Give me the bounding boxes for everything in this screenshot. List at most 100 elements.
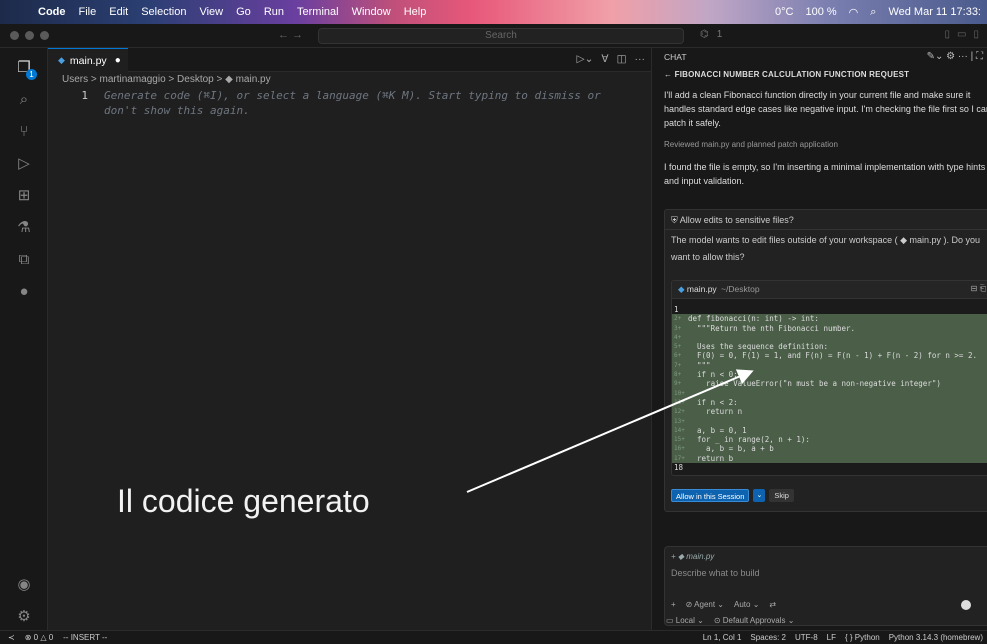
interpreter-picker[interactable]: Python 3.14.3 (homebrew) (889, 631, 983, 644)
diff-line-number: 14+ (674, 426, 685, 434)
diff-line-number: 12+ (674, 408, 685, 416)
agent-mode-picker[interactable]: ⊘ Agent ⌄ (686, 600, 724, 609)
editor-hint-text-cont[interactable]: don't show this again. (104, 103, 250, 118)
editor-scrollbar[interactable] (639, 72, 651, 630)
menu-selection[interactable]: Selection (141, 6, 186, 18)
datetime-text[interactable]: Wed Mar 11 17:33: (888, 6, 981, 18)
compare-icon[interactable]: ∀ (601, 53, 608, 65)
toggle-secondary-sidebar-icon[interactable]: ▯ (973, 29, 979, 40)
settings-gear-icon[interactable]: ⚙ (14, 607, 34, 627)
send-button[interactable] (961, 600, 971, 610)
menu-edit[interactable]: Edit (109, 6, 128, 18)
menu-run[interactable]: Run (264, 6, 284, 18)
skip-button[interactable]: Skip (769, 489, 794, 502)
notification-count[interactable]: 1 (717, 29, 723, 40)
diff-line-number: 8+ (674, 371, 682, 379)
diff-line-code: for _ in range(2, n + 1): (688, 435, 810, 445)
minimize-window-button[interactable] (25, 31, 34, 40)
remote-explorer-icon[interactable]: ⧉ (14, 250, 34, 270)
reviewed-step[interactable]: Reviewed main.py and planned patch appli… (652, 138, 987, 152)
copilot-icon[interactable]: ⌬ (700, 29, 709, 40)
breadcrumb[interactable]: Users > martinamaggio > Desktop > ◆ main… (48, 72, 651, 88)
encoding[interactable]: UTF-8 (795, 631, 818, 644)
explorer-icon[interactable]: ❐ 1 (14, 58, 37, 80)
diff-line: 17+ return b (672, 453, 987, 464)
assistant-msg-line: handles standard edge cases like negativ… (664, 104, 987, 114)
toggle-panel-icon[interactable]: ▭ (957, 29, 966, 40)
layout-controls: ▯ ▭ ▯ (945, 29, 979, 40)
macos-menubar: Code File Edit Selection View Go Run Ter… (0, 0, 987, 24)
diff-line-number: 2+ (674, 315, 682, 323)
chat-session-title: ← FIBONACCI NUMBER CALCULATION FUNCTION … (652, 66, 987, 84)
chat-input-box[interactable]: + ◆ main.py Describe what to build + ⊘ A… (664, 546, 987, 626)
diff-open-icon[interactable]: ⊟ ⎗ (971, 284, 986, 294)
chat-input[interactable]: Describe what to build (665, 566, 987, 580)
extensions-icon[interactable]: ⊞ (14, 186, 34, 206)
indentation[interactable]: Spaces: 2 (750, 631, 786, 644)
assistant-msg-line: I'll add a clean Fibonacci function dire… (664, 90, 971, 100)
split-editor-icon[interactable]: ◫ (617, 53, 627, 65)
diff-line-code: if n < 0: (688, 370, 738, 380)
accounts-icon[interactable]: ◉ (14, 575, 34, 595)
diff-line-code: F(0) = 0, F(1) = 1, and F(n) = F(n - 1) … (688, 351, 977, 361)
menu-view[interactable]: View (199, 6, 223, 18)
add-context-icon[interactable]: + (671, 600, 676, 609)
diff-preview[interactable]: ◆ main.py ~/Desktop ⊟ ⎗ 1 2+ def fibonacci… (671, 280, 987, 476)
end-of-line[interactable]: LF (827, 631, 836, 644)
wifi-icon[interactable]: ◠ (849, 6, 859, 19)
close-window-button[interactable] (10, 31, 19, 40)
menubar-status-area: 0°C 100 % ◠ ⌕ Wed Mar 11 17:33: (775, 0, 987, 24)
diff-header[interactable]: ◆ main.py ~/Desktop ⊟ ⎗ (672, 281, 987, 299)
search-icon[interactable]: ⌕ (870, 6, 876, 19)
diff-line: 7+ """ (672, 360, 987, 371)
unsaved-dot-icon[interactable]: ● (115, 55, 121, 66)
permission-request-card: ⛨ Allow edits to sensitive files? The mo… (664, 209, 987, 512)
back-arrow-icon[interactable]: ← (664, 70, 675, 79)
code-line-1[interactable]: 1 Generate code (⌘I), or select a langua… (48, 88, 651, 103)
battery-text[interactable]: 100 % (805, 6, 836, 18)
nav-arrows-icon[interactable]: ← → (278, 29, 303, 41)
chat-header-actions[interactable]: ✎⌄ ⚙ ··· | ⛶ (927, 48, 983, 66)
local-picker[interactable]: ▭ Local ⌄ (666, 616, 704, 625)
diff-line-number: 11+ (674, 398, 685, 406)
weather-text[interactable]: 0°C (775, 6, 793, 18)
permission-buttons: Allow in this Session ⌄ Skip (671, 489, 794, 502)
diff-line-code: return n (688, 407, 743, 417)
toggle-sidebar-icon[interactable]: ▯ (945, 29, 951, 40)
source-control-icon[interactable]: ⑂ (14, 122, 34, 142)
approvals-picker[interactable]: ⊙ Default Approvals ⌄ (714, 616, 795, 625)
tab-main-py[interactable]: ◆ main.py ● (48, 48, 128, 72)
python-icon[interactable]: ● (14, 282, 34, 302)
menu-app-name[interactable]: Code (38, 6, 66, 18)
allow-in-session-button[interactable]: Allow in this Session (671, 489, 750, 502)
attached-file-chip[interactable]: + ◆ main.py (665, 547, 987, 566)
run-debug-icon[interactable]: ▷ (14, 154, 34, 174)
diff-file-path: ~/Desktop (721, 284, 760, 294)
tools-icon[interactable]: ⇄ (769, 600, 776, 609)
menu-help[interactable]: Help (404, 6, 427, 18)
search-view-icon[interactable]: ⌕ (14, 90, 34, 110)
command-center-search[interactable]: Search (318, 28, 684, 44)
remote-icon[interactable]: ≺ (8, 631, 15, 644)
python-file-icon: ◆ (58, 55, 65, 65)
model-picker[interactable]: Auto ⌄ (734, 600, 759, 609)
allow-options-dropdown[interactable]: ⌄ (753, 489, 766, 502)
testing-icon[interactable]: ⚗ (14, 218, 34, 238)
cursor-position[interactable]: Ln 1, Col 1 (703, 631, 742, 644)
language-mode[interactable]: { } Python (845, 631, 880, 644)
menu-go[interactable]: Go (236, 6, 251, 18)
zoom-window-button[interactable] (40, 31, 49, 40)
diff-line-number: 4+ (674, 333, 682, 341)
more-actions-icon[interactable]: ··· (635, 53, 646, 65)
editor-hint-text[interactable]: Generate code (⌘I), or select a language… (104, 88, 601, 103)
editor-tabbar: ◆ main.py ● ▷⌄ ∀ ◫ ··· (48, 48, 651, 72)
menu-file[interactable]: File (79, 6, 97, 18)
assistant-msg-line: I found the file is empty, so I'm insert… (664, 162, 986, 172)
code-line-1-wrap[interactable]: don't show this again. (48, 103, 651, 118)
diff-line: 4+ (672, 332, 987, 343)
chat-header-label: CHAT (664, 52, 687, 62)
problems-indicator[interactable]: ⊗ 0 △ 0 (25, 631, 53, 644)
menu-terminal[interactable]: Terminal (297, 6, 339, 18)
menu-window[interactable]: Window (352, 6, 391, 18)
run-file-icon[interactable]: ▷⌄ (577, 53, 594, 65)
